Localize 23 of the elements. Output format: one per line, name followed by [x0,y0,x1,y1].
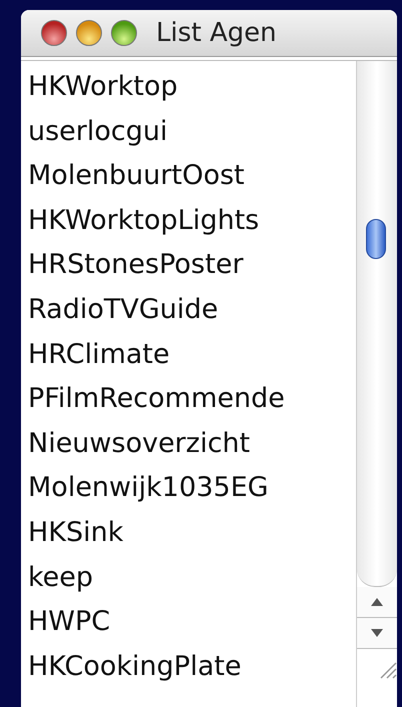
list-item[interactable]: Nieuwsoverzicht [28,422,356,466]
close-button[interactable] [41,20,67,46]
list-item[interactable]: HWPC [28,600,356,645]
list-item[interactable]: Molenwijk1035EG [28,466,356,511]
list-item[interactable]: MolenbuurtOost [28,154,356,199]
scroll-up-button[interactable] [357,587,397,618]
scroll-down-button[interactable] [357,618,397,649]
down-arrow-icon [370,628,384,638]
zoom-button[interactable] [111,20,137,46]
minimize-button[interactable] [76,20,102,46]
list-item[interactable]: PFilmRecommende [28,377,356,422]
list-item[interactable]: HRClimate [28,332,356,378]
up-arrow-icon [370,597,384,607]
list-item[interactable]: keep [28,556,356,600]
window-title: List Agen [156,18,276,48]
list-item[interactable]: HRStonesPoster [28,243,356,288]
list-item[interactable]: HKWorktopLights [28,198,356,244]
list-item[interactable]: HKSink [28,510,356,556]
list-item[interactable]: HKCookingPlate [28,644,356,690]
list-item[interactable]: userlocgui [28,110,356,154]
list-item[interactable]: RadioTVGuide [28,288,356,333]
list-item[interactable]: HKWorktop [28,65,356,110]
scroll-thumb[interactable] [366,219,386,259]
